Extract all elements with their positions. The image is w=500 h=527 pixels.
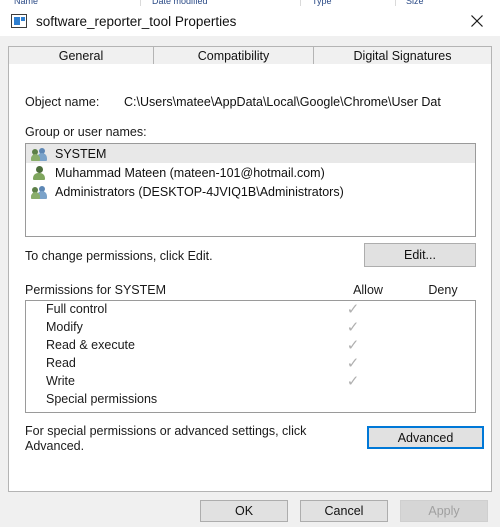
check-icon: ✓: [346, 319, 360, 336]
deny-checkbox[interactable]: [395, 338, 461, 352]
allow-checkbox[interactable]: ✓: [318, 320, 388, 335]
list-item[interactable]: Administrators (DESKTOP-4JVIQ1B\Administ…: [26, 182, 475, 201]
permission-row[interactable]: Read ✓: [26, 355, 475, 373]
group-or-user-names-list[interactable]: SYSTEM Muhammad Mateen (mateen-101@hotma…: [25, 143, 476, 237]
object-name-row: Object name: C:\Users\matee\AppData\Loca…: [25, 95, 441, 109]
tab-digital-signatures-label: Digital Signatures: [353, 48, 452, 63]
tab-row-1: General Compatibility Digital Signatures: [8, 46, 492, 65]
deny-column-header: Deny: [428, 283, 458, 297]
check-icon: ✓: [346, 355, 360, 372]
check-icon: ✓: [346, 373, 360, 390]
apply-button-label: Apply: [428, 504, 460, 518]
permission-name: Read & execute: [46, 338, 135, 352]
tab-general[interactable]: General: [8, 46, 154, 65]
permission-name: Full control: [46, 302, 108, 316]
security-tab-panel: Object name: C:\Users\matee\AppData\Loca…: [8, 64, 492, 492]
cancel-button-label: Cancel: [324, 504, 364, 518]
application-icon: [11, 14, 27, 28]
allow-checkbox[interactable]: ✓: [318, 356, 388, 371]
deny-checkbox[interactable]: [395, 320, 461, 334]
deny-checkbox[interactable]: [395, 392, 461, 406]
list-item[interactable]: SYSTEM: [26, 144, 475, 163]
permissions-title: Permissions for SYSTEM: [25, 283, 167, 297]
apply-button: Apply: [400, 500, 488, 522]
permission-name: Read: [46, 356, 76, 370]
allow-column-header: Allow: [353, 283, 383, 297]
tab-general-label: General: [58, 48, 104, 63]
principal-name: Muhammad Mateen (mateen-101@hotmail.com): [55, 165, 325, 180]
deny-checkbox[interactable]: [395, 356, 461, 370]
group-icon: [31, 184, 48, 199]
permission-row[interactable]: Write ✓: [26, 373, 475, 391]
window-title: software_reporter_tool Properties: [36, 13, 237, 29]
permission-name: Write: [46, 374, 75, 388]
ok-button[interactable]: OK: [200, 500, 288, 522]
edit-button-label: Edit...: [404, 248, 436, 262]
permission-row[interactable]: Read & execute ✓: [26, 337, 475, 355]
permission-name: Modify: [46, 320, 83, 334]
permission-name: Special permissions: [46, 392, 158, 406]
tab-compatibility[interactable]: Compatibility: [154, 46, 314, 65]
permission-row[interactable]: Modify ✓: [26, 319, 475, 337]
allow-checkbox[interactable]: ✓: [318, 302, 388, 317]
principal-name: Administrators (DESKTOP-4JVIQ1B\Administ…: [55, 184, 344, 199]
edit-button[interactable]: Edit...: [364, 243, 476, 267]
allow-checkbox[interactable]: [318, 392, 388, 406]
user-icon: [31, 165, 48, 180]
check-icon: ✓: [346, 337, 360, 354]
permission-row[interactable]: Special permissions: [26, 391, 475, 409]
group-icon: [31, 146, 48, 161]
close-icon[interactable]: [454, 6, 500, 36]
advanced-button-label: Advanced: [397, 430, 454, 445]
object-name-value: C:\Users\matee\AppData\Local\Google\Chro…: [124, 95, 441, 109]
advanced-settings-hint: For special permissions or advanced sett…: [25, 424, 307, 453]
cancel-button[interactable]: Cancel: [300, 500, 388, 522]
group-or-user-names-label: Group or user names:: [25, 125, 147, 139]
deny-checkbox[interactable]: [395, 302, 461, 316]
dialog-footer: OK Cancel Apply: [0, 492, 500, 527]
advanced-button[interactable]: Advanced: [367, 426, 484, 449]
active-tab-merge-mask: [9, 64, 153, 66]
title-bar: software_reporter_tool Properties: [0, 6, 500, 36]
permission-row[interactable]: Full control ✓: [26, 301, 475, 319]
principal-name: SYSTEM: [55, 146, 107, 161]
tab-compatibility-label: Compatibility: [197, 48, 270, 63]
edit-permissions-hint: To change permissions, click Edit.: [25, 249, 213, 263]
deny-checkbox[interactable]: [395, 374, 461, 388]
allow-checkbox[interactable]: ✓: [318, 338, 388, 353]
permissions-header: Permissions for SYSTEM Allow Deny: [25, 283, 476, 299]
list-item[interactable]: Muhammad Mateen (mateen-101@hotmail.com): [26, 163, 475, 182]
object-name-label: Object name:: [25, 95, 100, 109]
properties-dialog: software_reporter_tool Properties Genera…: [0, 6, 500, 527]
tab-digital-signatures[interactable]: Digital Signatures: [314, 46, 492, 65]
ok-button-label: OK: [234, 504, 254, 518]
allow-checkbox[interactable]: ✓: [318, 374, 388, 389]
permissions-list[interactable]: Full control ✓ Modify ✓ Read & execute ✓…: [25, 300, 476, 413]
check-icon: ✓: [346, 301, 360, 318]
